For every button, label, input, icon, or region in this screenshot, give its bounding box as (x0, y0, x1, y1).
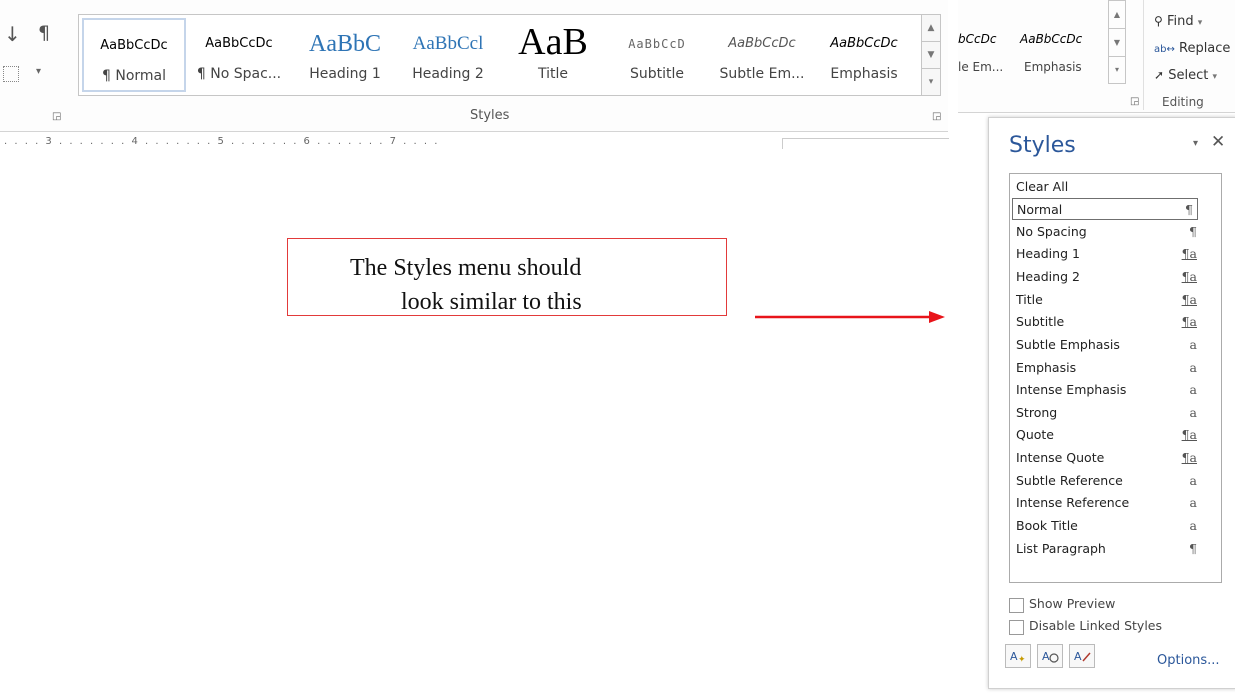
style-list-item[interactable]: Subtitle ¶a (1016, 311, 1197, 333)
style-list-item[interactable]: Intense Reference a (1016, 492, 1197, 514)
chevron-down-icon: ▾ (1197, 18, 1203, 28)
gallery-scroll-down-icon[interactable]: ▼ (1109, 29, 1125, 57)
callout-arrow (755, 311, 945, 323)
replace-button[interactable]: ab↔ Replace (1154, 41, 1230, 56)
style-list-item[interactable]: Subtle Emphasis a (1016, 334, 1197, 356)
style-list-item[interactable]: Title ¶a (1016, 289, 1197, 311)
gallery-scroll-up-icon[interactable]: ▲ (922, 15, 940, 42)
style-emphasis[interactable]: AaBbCcDc Emphasis (812, 18, 916, 92)
style-inspector-icon: A (1042, 650, 1059, 663)
find-button[interactable]: ⚲ Find ▾ (1154, 14, 1202, 29)
new-style-icon: A ✦ (1010, 650, 1026, 665)
callout-line-2: look similar to this (401, 289, 582, 315)
style-list-item[interactable]: Heading 1 ¶a (1016, 243, 1197, 265)
style-label[interactable]: le Em... (958, 60, 1003, 74)
svg-text:A: A (1074, 650, 1082, 663)
show-formatting-marks-icon[interactable]: ¶ (38, 22, 50, 44)
style-subtitle[interactable]: AaBbCcD Subtitle (605, 18, 709, 92)
manage-styles-button[interactable]: A (1069, 644, 1095, 668)
style-heading-1[interactable]: AaBbC Heading 1 (293, 18, 397, 92)
style-heading-2[interactable]: AaBbCcl Heading 2 (396, 18, 500, 92)
gallery-more-icon[interactable]: ▾ (922, 69, 940, 95)
styles-pane: Styles ▾ ✕ Clear All Normal ¶ No Spacing ¶… (988, 117, 1235, 689)
style-list-item[interactable]: List Paragraph ¶ (1016, 538, 1197, 560)
gallery-scroll: ▲ ▼ ▾ (921, 14, 941, 96)
gallery-scroll-up-icon[interactable]: ▲ (1109, 1, 1125, 29)
svg-text:✦: ✦ (1018, 655, 1026, 665)
new-style-button[interactable]: A ✦ (1005, 644, 1031, 668)
borders-icon[interactable] (3, 66, 19, 82)
close-icon[interactable]: ✕ (1211, 132, 1225, 152)
style-list-item[interactable]: Normal ¶ (1012, 198, 1198, 220)
ruler: . . . . 3 . . . . . . . 4 . . . . . . . … (0, 136, 949, 150)
style-subtle-emphasis[interactable]: AaBbCcDc Subtle Em... (710, 18, 814, 92)
editing-group-label: Editing (1162, 95, 1204, 109)
styles-gallery-right: bCcDc le Em... AaBbCcDc Emphasis (958, 14, 1108, 86)
style-list-item[interactable]: Book Title a (1016, 515, 1197, 537)
svg-text:A: A (1010, 650, 1018, 663)
style-list-item[interactable]: Clear All (1016, 176, 1197, 198)
pane-options-chevron-icon[interactable]: ▾ (1193, 138, 1198, 149)
style-no-spacing[interactable]: AaBbCcDc ¶ No Spac... (187, 18, 291, 92)
gallery-more-icon[interactable]: ▾ (1109, 57, 1125, 83)
style-list-item[interactable]: Emphasis a (1016, 357, 1197, 379)
replace-icon: ab↔ (1154, 44, 1175, 55)
style-title[interactable]: AaB Title (501, 18, 605, 92)
cursor-arrow-icon: ➚ (1154, 68, 1165, 82)
disable-linked-styles-checkbox[interactable] (1009, 620, 1024, 635)
svg-text:A: A (1042, 650, 1050, 663)
styles-dialog-launcher-icon[interactable]: ◲ (932, 111, 941, 122)
callout-line-1: The Styles menu should (350, 255, 582, 281)
style-list-item[interactable]: Heading 2 ¶a (1016, 266, 1197, 288)
style-inspector-button[interactable]: A (1037, 644, 1063, 668)
ruler-margin (782, 138, 949, 149)
styles-ribbon: ↓ ¶ ▾ ◲ AaBbCcDc ¶ Normal AaBbCcDc ¶ No … (0, 0, 948, 132)
style-preview[interactable]: bCcDc (958, 32, 996, 46)
styles-group-label: Styles (470, 108, 510, 123)
borders-dropdown-icon[interactable]: ▾ (36, 66, 41, 77)
style-list-item[interactable]: Intense Quote ¶a (1016, 447, 1197, 469)
style-label[interactable]: Emphasis (1024, 60, 1082, 74)
group-divider (1143, 0, 1144, 110)
style-normal[interactable]: AaBbCcDc ¶ Normal (82, 18, 186, 92)
options-link[interactable]: Options... (1157, 653, 1220, 668)
styles-list: Clear All Normal ¶ No Spacing ¶ Heading 1 ¶… (1009, 173, 1222, 583)
select-button[interactable]: ➚ Select ▾ (1154, 68, 1217, 83)
binoculars-icon: ⚲ (1154, 14, 1163, 28)
show-preview-checkbox[interactable] (1009, 598, 1024, 613)
style-list-item[interactable]: No Spacing ¶ (1016, 221, 1197, 243)
sort-icon[interactable]: ↓ (4, 22, 21, 46)
style-list-item[interactable]: Strong a (1016, 402, 1197, 424)
styles-gallery: AaBbCcDc ¶ Normal AaBbCcDc ¶ No Spac... … (78, 14, 922, 96)
chevron-down-icon: ▾ (1212, 72, 1217, 82)
style-list-item[interactable]: Subtle Reference a (1016, 470, 1197, 492)
gallery-scroll-down-icon[interactable]: ▼ (922, 42, 940, 69)
pane-title: Styles (1009, 133, 1076, 158)
style-list-item[interactable]: Quote ¶a (1016, 424, 1197, 446)
show-preview-label: Show Preview (1029, 596, 1116, 611)
manage-styles-icon: A (1074, 650, 1091, 663)
styles-dialog-launcher-icon[interactable]: ◲ (1130, 96, 1139, 107)
paragraph-dialog-launcher-icon[interactable]: ◲ (52, 111, 61, 122)
disable-linked-styles-label: Disable Linked Styles (1029, 618, 1163, 633)
gallery-scroll-right: ▲ ▼ ▾ (1108, 0, 1126, 84)
style-preview[interactable]: AaBbCcDc (1020, 32, 1082, 46)
callout-box: The Styles menu should look similar to t… (287, 238, 727, 316)
style-list-item[interactable]: Intense Emphasis a (1016, 379, 1197, 401)
